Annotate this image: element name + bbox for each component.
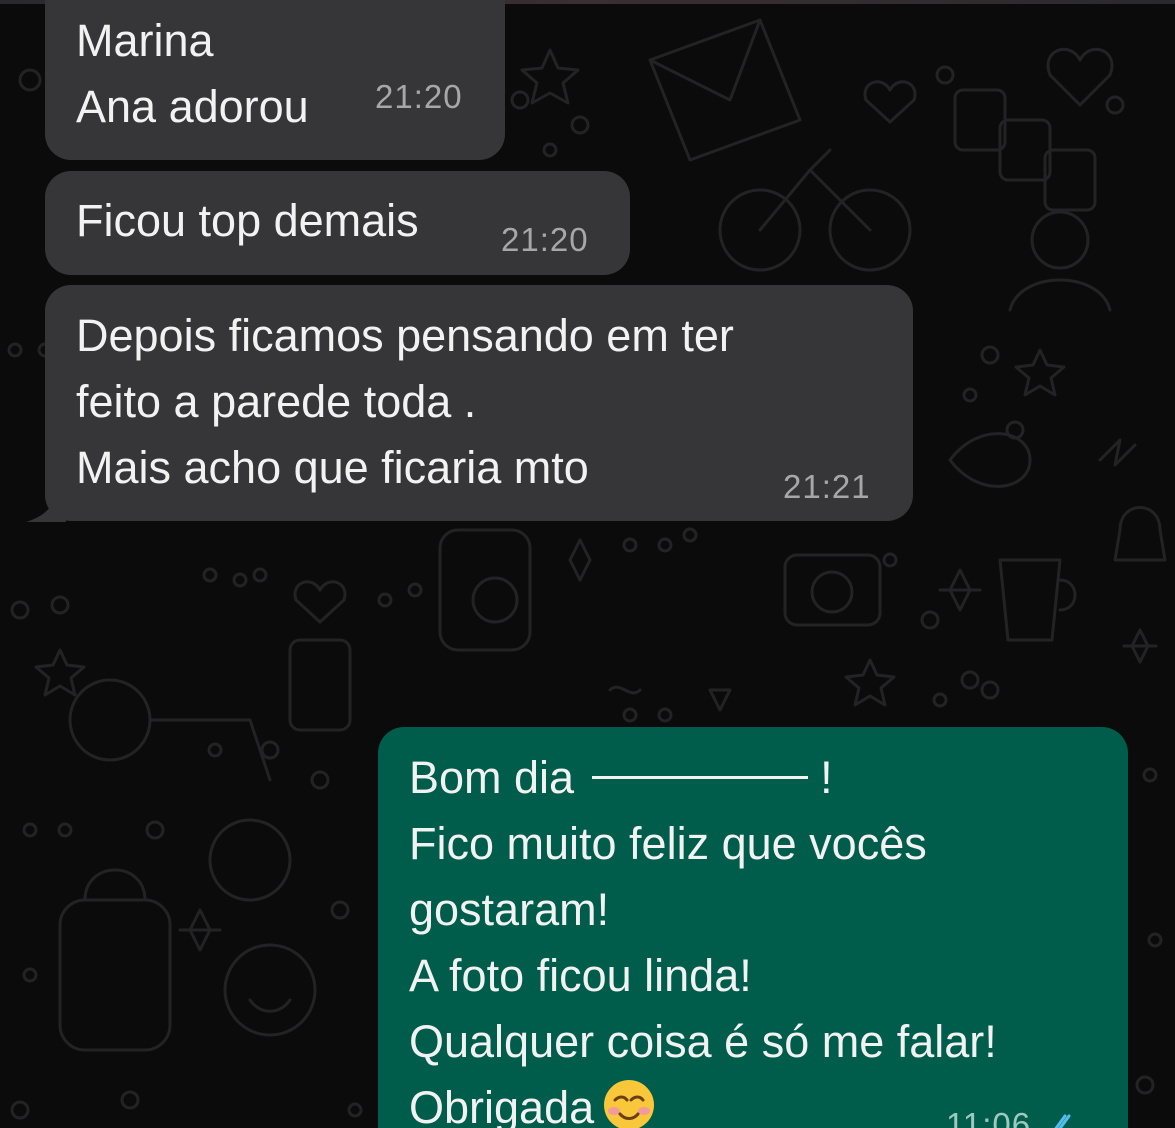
message-line: gostaram! [409, 884, 610, 935]
message-time: 21:20 [501, 221, 589, 258]
message-time: 21:21 [783, 468, 871, 505]
message-line: feito a parede toda . [76, 376, 477, 427]
double-check-read-icon [1054, 1114, 1071, 1128]
message-time-row: 11:06 [946, 1107, 1079, 1128]
smiling-face-icon [604, 1080, 655, 1128]
message-line: Qualquer coisa é só me falar! [409, 1016, 997, 1067]
message-time: 11:06 [946, 1106, 1032, 1128]
message-line: Marina [76, 15, 214, 66]
message-line: Fico muito feliz que vocês [409, 818, 927, 869]
incoming-message-2[interactable]: Ficou top demais 21:20 [45, 171, 630, 275]
message-line: Depois ficamos pensando em ter [76, 310, 734, 361]
incoming-message-1[interactable]: Marina Ana adorou 21:20 [45, 0, 505, 160]
message-text: Obrigada [409, 1082, 595, 1128]
name-redaction-line [592, 775, 809, 779]
chat-area[interactable]: Marina Ana adorou 21:20 Ficou top demais… [0, 0, 1175, 1128]
greeting-punctuation: ! [820, 752, 833, 803]
message-time: 21:20 [375, 78, 463, 115]
greeting-line: Bom dia! [409, 745, 1128, 811]
bubble-tail [26, 490, 66, 522]
incoming-message-3[interactable]: Depois ficamos pensando em ter feito a p… [45, 285, 913, 521]
outgoing-message[interactable]: Bom dia! Fico muito feliz que vocês gost… [378, 727, 1128, 1128]
greeting-text: Bom dia [409, 752, 575, 803]
message-line: A foto ficou linda! [409, 950, 752, 1001]
